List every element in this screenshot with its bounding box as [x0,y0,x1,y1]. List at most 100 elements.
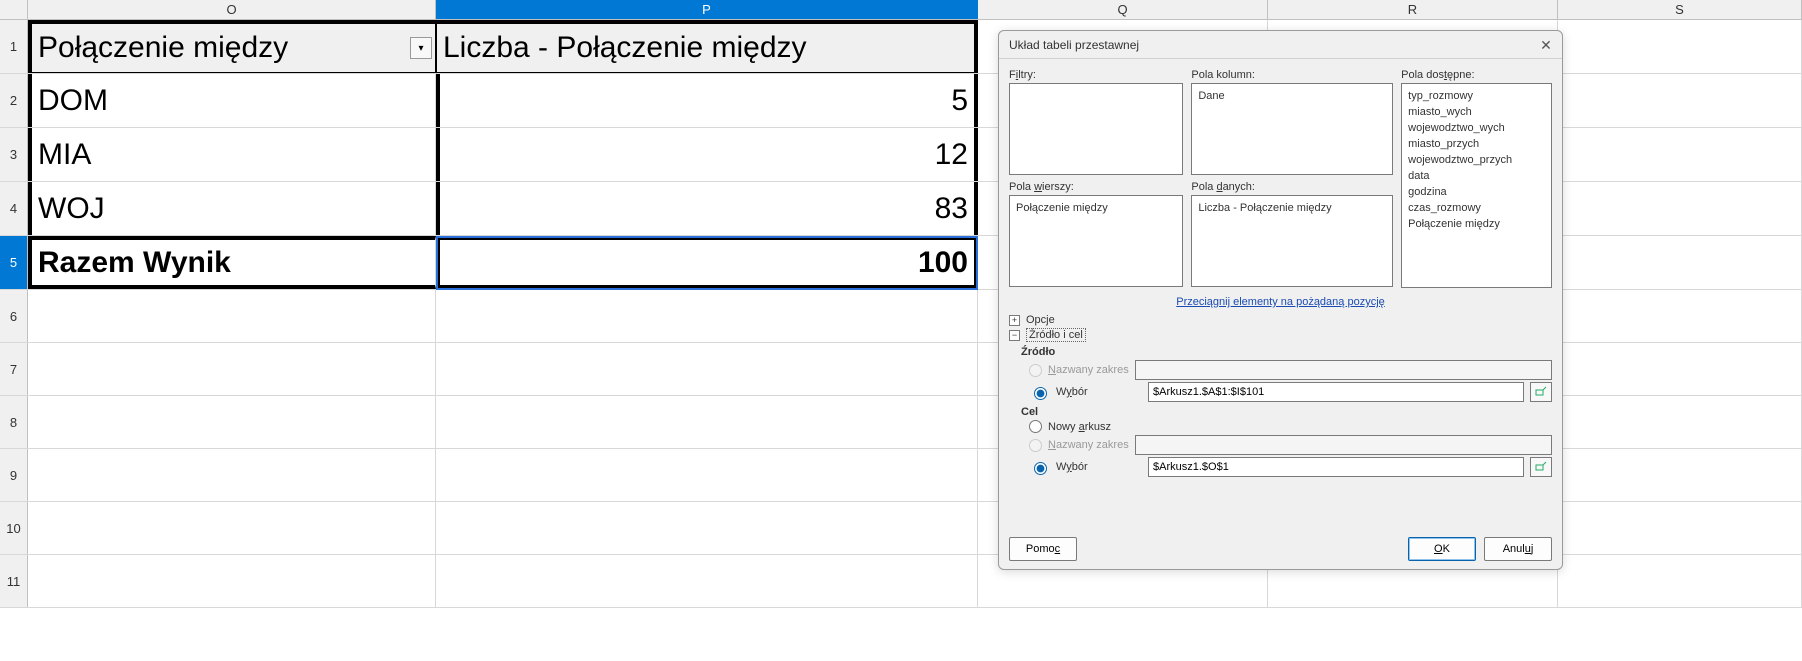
cell[interactable] [28,290,436,342]
cell[interactable] [1558,449,1802,501]
pivot-row-field-header[interactable]: Połączenie między ▾ [28,20,436,73]
row-header-5[interactable]: 5 [0,236,28,289]
pivot-total-label[interactable]: Razem Wynik [28,236,436,289]
options-section-label[interactable]: Opcje [1026,314,1055,326]
list-item[interactable]: miasto_wych [1408,104,1545,120]
list-item[interactable]: Połączenie między [1016,200,1176,216]
row-header-6[interactable]: 6 [0,290,28,342]
col-header-s[interactable]: S [1558,0,1802,19]
source-dest-section-label[interactable]: Źródło i cel [1026,328,1086,342]
help-button[interactable]: Pomoc [1009,537,1077,561]
cell[interactable] [1558,74,1802,127]
row-header-3[interactable]: 3 [0,128,28,181]
dest-selection-radio[interactable] [1034,462,1047,475]
row-header-11[interactable]: 11 [0,555,28,607]
pivot-value[interactable]: 83 [436,182,978,235]
chevron-down-icon: ▾ [418,43,423,54]
row-fields-label: Pola wierszy: [1009,181,1183,193]
row-header-4[interactable]: 4 [0,182,28,235]
row-header-7[interactable]: 7 [0,343,28,395]
collapse-toggle-source[interactable]: − [1009,330,1020,341]
list-item[interactable]: godzina [1408,184,1545,200]
cell[interactable] [1558,20,1802,73]
col-header-r[interactable]: R [1268,0,1558,19]
cell[interactable] [436,449,978,501]
dest-shrink-button[interactable] [1530,457,1552,477]
pivot-row-label[interactable]: MIA [28,128,436,181]
cell[interactable] [1558,343,1802,395]
list-item[interactable]: Liczba - Połączenie między [1198,200,1386,216]
dialog-titlebar[interactable]: Układ tabeli przestawnej ✕ [999,31,1562,59]
list-item[interactable]: wojewodztwo_przych [1408,152,1545,168]
list-item[interactable]: czas_rozmowy [1408,200,1545,216]
cell[interactable] [1558,182,1802,235]
row-header-9[interactable]: 9 [0,449,28,501]
dest-named-range-radio [1029,439,1042,452]
list-item[interactable]: typ_rozmowy [1408,88,1545,104]
available-fields-listbox[interactable]: typ_rozmowy miasto_wych wojewodztwo_wych… [1401,83,1552,288]
col-fields-label: Pola kolumn: [1191,69,1393,81]
list-item[interactable]: Połączenie między [1408,216,1545,232]
cell[interactable] [1558,396,1802,448]
dest-named-range-label: Nazwany zakres [1048,439,1129,451]
filters-label: Filtry: [1009,69,1183,81]
cell[interactable] [28,502,436,554]
row-header-1[interactable]: 1 [0,20,28,73]
select-all-corner[interactable] [0,0,28,19]
pivot-row-label[interactable]: WOJ [28,182,436,235]
filters-listbox[interactable] [1009,83,1183,175]
source-named-range-radio [1029,364,1042,377]
source-selection-input[interactable] [1148,382,1524,402]
dest-new-sheet-label: Nowy arkusz [1048,421,1111,433]
row-header-8[interactable]: 8 [0,396,28,448]
cell[interactable] [436,343,978,395]
pivot-total-value[interactable]: 100 [436,236,978,289]
shrink-icon [1535,461,1547,473]
plus-icon: + [1012,316,1017,325]
row-fields-listbox[interactable]: Połączenie między [1009,195,1183,287]
cell[interactable] [436,396,978,448]
col-header-p[interactable]: P [436,0,978,19]
dest-new-sheet-radio[interactable] [1029,420,1042,433]
ok-button[interactable]: OK [1408,537,1476,561]
row-header-2[interactable]: 2 [0,74,28,127]
source-selection-radio[interactable] [1034,387,1047,400]
pivot-value[interactable]: 12 [436,128,978,181]
cancel-button[interactable]: Anuluj [1484,537,1552,561]
cell[interactable] [1558,290,1802,342]
list-item[interactable]: wojewodztwo_wych [1408,120,1545,136]
cell[interactable] [1558,236,1802,289]
row-header-10[interactable]: 10 [0,502,28,554]
expand-toggle-options[interactable]: + [1009,315,1020,326]
cell[interactable] [28,449,436,501]
pivot-row-label[interactable]: DOM [28,74,436,127]
cell[interactable] [436,290,978,342]
col-fields-listbox[interactable]: Dane [1191,83,1393,175]
source-named-range-input [1135,360,1552,380]
dialog-title: Układ tabeli przestawnej [1009,38,1139,52]
cell[interactable] [28,555,436,607]
list-item[interactable]: miasto_przych [1408,136,1545,152]
dialog-close-button[interactable]: ✕ [1536,35,1556,55]
cell[interactable] [436,502,978,554]
cell[interactable] [1558,502,1802,554]
col-header-o[interactable]: O [28,0,436,19]
cell[interactable] [1558,555,1802,607]
pivot-data-field-header[interactable]: Liczba - Połączenie między [436,20,978,73]
cell[interactable] [1558,128,1802,181]
data-fields-label: Pola danych: [1191,181,1393,193]
col-header-q[interactable]: Q [978,0,1268,19]
list-item[interactable]: data [1408,168,1545,184]
cell[interactable] [28,396,436,448]
list-item[interactable]: Dane [1198,88,1386,104]
pivot-data-field-label: Liczba - Połączenie między [443,31,807,65]
data-fields-listbox[interactable]: Liczba - Połączenie między [1191,195,1393,287]
cell[interactable] [436,555,978,607]
cell[interactable] [28,343,436,395]
source-shrink-button[interactable] [1530,382,1552,402]
close-icon: ✕ [1540,37,1552,54]
pivot-value[interactable]: 5 [436,74,978,127]
dest-selection-input[interactable] [1148,457,1524,477]
pivot-filter-dropdown[interactable]: ▾ [410,37,432,59]
pivot-layout-dialog: Układ tabeli przestawnej ✕ Filtry: Pola … [998,30,1563,570]
